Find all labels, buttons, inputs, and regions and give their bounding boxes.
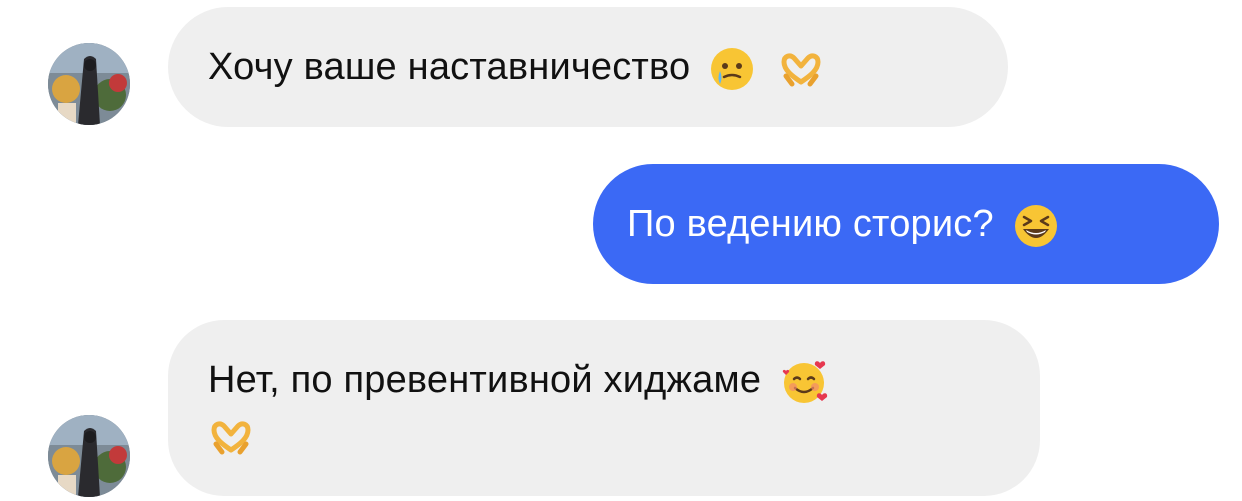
- outgoing-message-bubble[interactable]: По ведению сторис?: [593, 164, 1219, 284]
- heart-hands-emoji: [778, 46, 824, 92]
- sender-avatar[interactable]: [48, 43, 130, 125]
- heart-hands-emoji: [208, 414, 254, 460]
- face-holding-back-tears-emoji: [709, 46, 755, 92]
- sender-avatar[interactable]: [48, 415, 130, 497]
- message-text: Хочу ваше наставничество: [208, 46, 691, 88]
- grinning-squinting-face-emoji: [1013, 203, 1059, 249]
- message-text: По ведению сторис?: [627, 203, 994, 245]
- smiling-face-with-hearts-emoji: [780, 357, 830, 407]
- message-text: Нет, по превентивной хиджаме: [208, 359, 762, 401]
- incoming-message-bubble[interactable]: Нет, по превентивной хиджаме: [168, 320, 1040, 496]
- incoming-message-bubble[interactable]: Хочу ваше наставничество: [168, 7, 1008, 127]
